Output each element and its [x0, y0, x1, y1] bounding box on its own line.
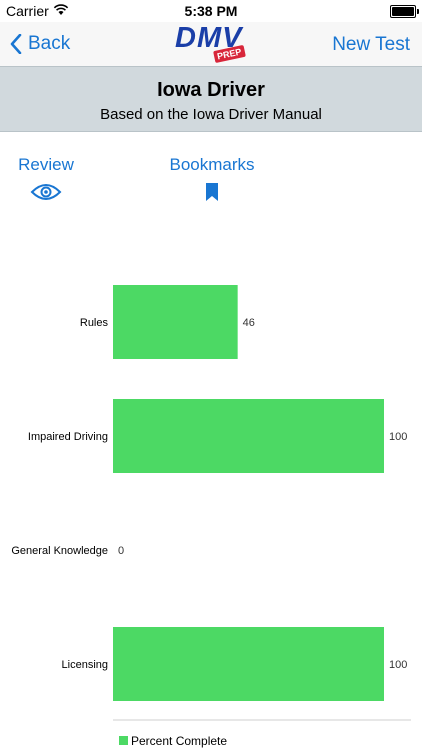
legend-label: Percent Complete: [131, 734, 227, 748]
chart-bar: [113, 285, 238, 359]
value-label: 100: [389, 659, 407, 671]
dmv-prep-logo: DMV PREP: [175, 22, 247, 64]
chart-bar: [113, 627, 384, 701]
back-label: Back: [28, 33, 71, 54]
status-bar: Carrier 5:38 PM: [0, 0, 422, 22]
bookmark-icon: [206, 183, 218, 201]
value-label: 0: [118, 545, 124, 557]
chevron-left-icon: [10, 34, 22, 54]
back-button[interactable]: Back: [10, 31, 70, 57]
value-label: 100: [389, 431, 407, 443]
legend-swatch: [119, 736, 128, 745]
status-time: 5:38 PM: [184, 3, 238, 19]
value-label: 46: [243, 317, 255, 329]
tab-bookmarks[interactable]: Bookmarks: [164, 155, 260, 201]
chart-bar: [113, 399, 384, 473]
header-band: Iowa Driver Based on the Iowa Driver Man…: [0, 66, 422, 132]
tab-review-label: Review: [18, 155, 74, 174]
category-label: Rules: [80, 317, 109, 329]
eye-icon: [30, 184, 62, 200]
new-test-button[interactable]: New Test: [332, 34, 410, 56]
category-label: Licensing: [62, 659, 108, 671]
page-subtitle: Based on the Iowa Driver Manual: [100, 106, 322, 123]
progress-chart: Rules 46 Impaired Driving 100 General Knowle…: [0, 230, 422, 750]
category-label: General Knowledge: [11, 545, 108, 557]
battery-icon: [390, 5, 419, 18]
navigation-bar: Back DMV PREP New Test: [0, 22, 422, 66]
page-title: Iowa Driver: [157, 79, 265, 101]
category-label: Impaired Driving: [28, 431, 108, 443]
bar-chart-svg: Rules 46 Impaired Driving 100 General Knowle…: [11, 285, 411, 748]
tab-review[interactable]: Review: [14, 155, 78, 201]
tab-bookmarks-label: Bookmarks: [169, 155, 255, 174]
